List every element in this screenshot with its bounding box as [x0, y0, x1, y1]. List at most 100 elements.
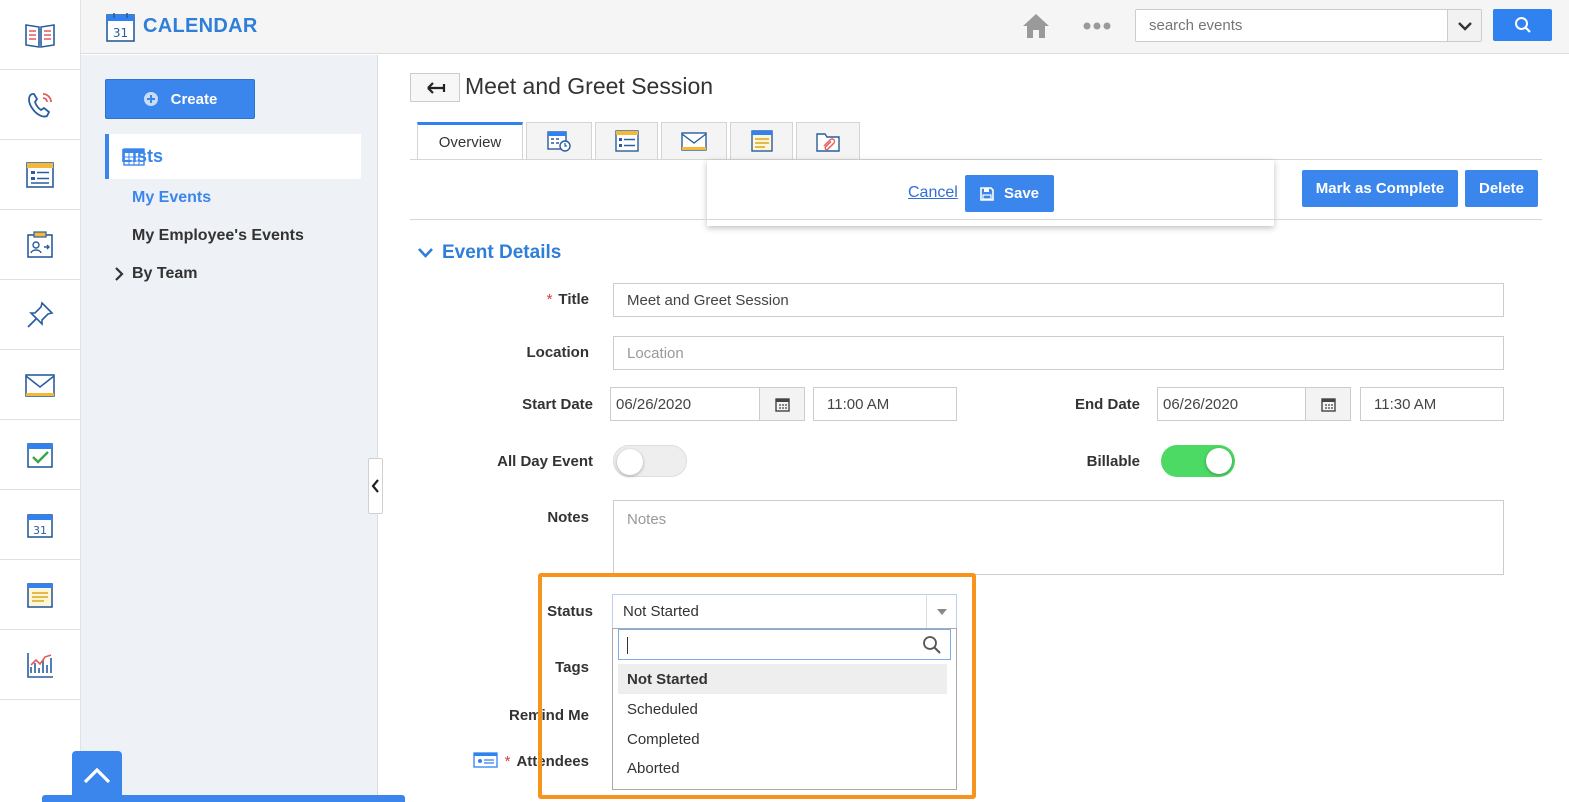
notes-icon: [750, 130, 773, 152]
create-label: Create: [170, 90, 218, 108]
task-check-icon: [27, 442, 53, 468]
sidebar-item-by-team[interactable]: By Team: [132, 265, 198, 283]
sidebar-item-employee-events[interactable]: My Employee's Events: [132, 227, 304, 245]
more-icon[interactable]: [1081, 16, 1113, 36]
save-bar: Cancel Save: [707, 160, 1274, 226]
sidebar: Create Lists My Events My Employee's Eve…: [81, 55, 378, 802]
event-details-header[interactable]: Event Details: [418, 242, 561, 264]
cancel-link[interactable]: Cancel: [908, 184, 958, 202]
billable-toggle[interactable]: [1161, 445, 1235, 477]
notes-label: Notes: [547, 509, 589, 526]
start-date-label: Start Date: [522, 396, 593, 413]
contact-card-icon: [27, 230, 53, 258]
lists-label: Lists: [121, 146, 164, 166]
lists-header[interactable]: Lists: [105, 134, 361, 179]
create-button[interactable]: Create: [105, 79, 255, 119]
end-date-picker-button[interactable]: [1305, 387, 1351, 421]
header-divider: [410, 219, 1542, 220]
all-day-toggle[interactable]: [613, 445, 687, 477]
calendar-app-icon: 31: [106, 13, 135, 42]
chevron-down-icon: [418, 248, 433, 258]
end-time-input[interactable]: 11:30 AM: [1360, 387, 1504, 421]
collapse-sidebar-button[interactable]: [368, 458, 383, 514]
attachment-folder-icon: [816, 133, 840, 152]
rail-calendar[interactable]: 31: [0, 490, 80, 560]
pin-icon: [27, 300, 54, 328]
title-label: * Title: [440, 291, 589, 308]
search-filter-dropdown[interactable]: [1447, 10, 1481, 41]
rail-reports[interactable]: [0, 630, 80, 700]
search-input[interactable]: [1136, 10, 1448, 41]
location-input[interactable]: Location: [613, 336, 1504, 370]
rail-book[interactable]: [0, 0, 80, 70]
mail-icon: [681, 132, 707, 151]
tab-bar: Overview: [417, 122, 863, 160]
chevron-left-icon: [371, 479, 379, 493]
delete-button[interactable]: Delete: [1465, 170, 1538, 207]
location-label: Location: [526, 344, 590, 361]
rail-tasks[interactable]: [0, 420, 80, 490]
rail-forms[interactable]: [0, 140, 80, 210]
end-date-label: End Date: [1074, 396, 1140, 413]
chevron-down-icon: [1457, 21, 1472, 31]
search-icon: [1514, 17, 1531, 33]
all-day-label: All Day Event: [497, 453, 593, 470]
tab-details[interactable]: [595, 122, 658, 159]
save-label: Save: [1003, 185, 1040, 202]
start-date-picker-button[interactable]: [759, 387, 805, 421]
chart-icon: [27, 652, 53, 678]
phone-icon: [28, 92, 52, 117]
book-icon: [25, 23, 55, 48]
tab-attachments[interactable]: [796, 122, 860, 159]
search-box: [1135, 9, 1482, 42]
rail-notes[interactable]: [0, 560, 80, 630]
billable-label: Billable: [1086, 453, 1140, 470]
tab-overview[interactable]: Overview: [417, 122, 523, 159]
back-arrow-icon: [427, 81, 446, 94]
rail-mail[interactable]: [0, 350, 80, 420]
rail-contacts[interactable]: [0, 210, 80, 280]
calendar-icon: [1320, 397, 1336, 412]
tab-email[interactable]: [661, 122, 727, 159]
notes-icon: [27, 582, 53, 608]
rail-pin[interactable]: [0, 280, 80, 350]
save-icon: [980, 186, 994, 201]
top-bar: 31 CALENDAR: [81, 0, 1569, 54]
mark-complete-button[interactable]: Mark as Complete: [1302, 170, 1458, 207]
save-button[interactable]: Save: [965, 175, 1054, 212]
section-title: Event Details: [442, 242, 562, 263]
chevron-up-icon: [83, 767, 111, 784]
form-list-icon: [26, 161, 54, 188]
sidebar-item-my-events[interactable]: My Events: [132, 189, 211, 207]
highlight-box: [538, 573, 976, 799]
home-icon[interactable]: [1021, 12, 1051, 40]
calendar-icon: 31: [27, 513, 53, 538]
app-title: CALENDAR: [143, 15, 258, 37]
tab-schedule[interactable]: [526, 122, 592, 159]
search-button[interactable]: [1493, 9, 1552, 41]
tab-notes[interactable]: [730, 122, 793, 159]
svg-text:31: 31: [33, 524, 47, 537]
chevron-right-icon[interactable]: [114, 267, 124, 281]
required-marker: *: [546, 291, 553, 308]
title-input[interactable]: Meet and Greet Session: [613, 283, 1504, 317]
toggle-knob: [617, 449, 643, 475]
plus-circle-icon: [143, 92, 158, 106]
start-time-input[interactable]: 11:00 AM: [813, 387, 957, 421]
mail-icon: [25, 373, 55, 397]
toggle-knob: [1206, 448, 1232, 474]
calendar-clock-icon: [547, 131, 571, 152]
page-title: Meet and Greet Session: [465, 73, 714, 99]
rail-phone[interactable]: [0, 70, 80, 140]
calendar-icon: [774, 397, 790, 412]
notes-textarea[interactable]: Notes: [613, 500, 1504, 575]
start-date-input[interactable]: 06/26/2020: [610, 387, 760, 421]
app-rail: 31: [0, 0, 81, 802]
end-date-input[interactable]: 06/26/2020: [1157, 387, 1307, 421]
tab-overview-label: Overview: [438, 133, 502, 151]
required-marker: *: [504, 753, 511, 770]
title-label-text: Title: [558, 291, 589, 308]
form-list-icon: [614, 130, 639, 152]
scroll-top-button[interactable]: [72, 751, 122, 799]
back-button[interactable]: [410, 73, 460, 102]
